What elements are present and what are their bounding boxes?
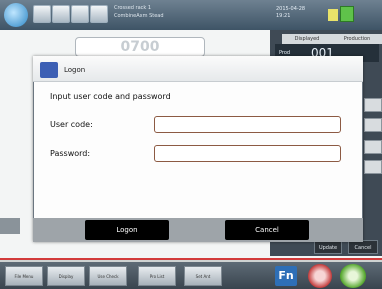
start-icon[interactable]: [340, 264, 366, 288]
number-display: 0700: [75, 37, 205, 57]
toolbar-button-1[interactable]: [33, 5, 51, 23]
dialog-footer: [33, 218, 363, 242]
update-button[interactable]: Update: [314, 240, 342, 254]
separator-line: [0, 258, 382, 260]
dialog-prompt: Input user code and password: [50, 92, 171, 101]
side-button-3[interactable]: [364, 140, 382, 154]
tab-production[interactable]: Production: [332, 34, 382, 44]
password-input[interactable]: [154, 145, 341, 162]
logon-button[interactable]: Logon: [85, 220, 169, 240]
background-cancel-button[interactable]: Cancel: [348, 240, 378, 254]
dialog-title: Logon: [64, 66, 86, 74]
bottom-button-5[interactable]: Set Ant: [184, 266, 222, 286]
bottom-button-3[interactable]: Use Check: [89, 266, 127, 286]
tab-displayed[interactable]: Displayed: [282, 34, 332, 44]
logon-icon: [40, 62, 58, 78]
toolbar-button-2[interactable]: [52, 5, 70, 23]
bottom-button-4[interactable]: Pro List: [138, 266, 176, 286]
stop-icon[interactable]: [308, 264, 332, 288]
left-strip: [0, 218, 20, 234]
side-button-1[interactable]: [364, 98, 382, 112]
bottom-button-2[interactable]: Display: [47, 266, 85, 286]
cancel-button[interactable]: Cancel: [225, 220, 309, 240]
side-button-4[interactable]: [364, 160, 382, 174]
side-button-2[interactable]: [364, 118, 382, 132]
user-code-label: User code:: [50, 120, 93, 129]
datetime-display: 2015-04-28 19:21: [276, 6, 306, 19]
password-label: Password:: [50, 149, 91, 158]
fn-key[interactable]: Fn: [275, 266, 297, 286]
status-indicator-yellow: [328, 9, 338, 21]
header-text: Crossed rack 1 CombineAxm Stead: [114, 5, 164, 19]
toolbar-button-3[interactable]: [71, 5, 89, 23]
status-indicator-green: [340, 6, 354, 22]
bottom-button-1[interactable]: File Menu: [5, 266, 43, 286]
toolbar-button-4[interactable]: [90, 5, 108, 23]
app-logo-icon[interactable]: [4, 3, 28, 27]
user-code-input[interactable]: [154, 116, 341, 133]
